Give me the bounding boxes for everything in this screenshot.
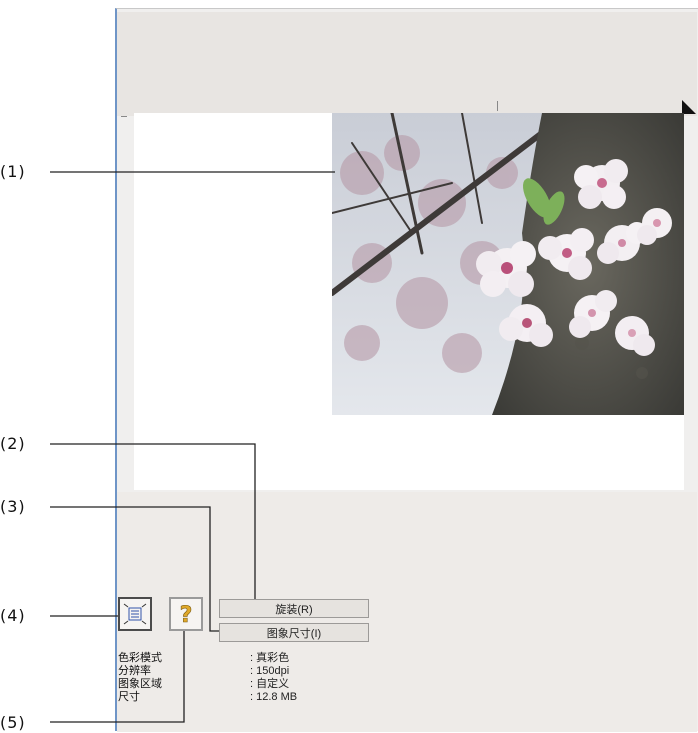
svg-text:?: ? [180,603,193,626]
info-row-resolution: 分辨率 : 150dpi [118,665,297,678]
info-value: : 12.8 MB [250,691,298,703]
rotate-button[interactable]: 旋装(R) [219,599,369,618]
callout-3: (3) [0,497,26,516]
info-label: 色彩模式 [118,652,162,664]
info-label: 分辨率 [118,665,151,677]
ruler-mark [497,101,498,111]
callout-5: (5) [0,713,26,732]
callout-2: (2) [0,434,26,453]
preview-toolbar-area [117,12,697,116]
ruler-mark [121,116,127,117]
info-row-image-area: 图象区域 : 自定义 [118,678,297,691]
callout-4: (4) [0,606,26,625]
corner-marker-icon[interactable] [682,100,696,114]
preview-image[interactable] [332,113,684,415]
info-label: 图象区域 [118,678,162,690]
info-row-color-mode: 色彩模式 : 真彩色 [118,652,297,665]
cherry-blossom-photo [332,113,684,415]
fit-to-window-button[interactable] [118,597,152,631]
image-size-button[interactable]: 图象尺寸(I) [219,623,369,642]
fit-to-window-icon [123,603,147,625]
info-label: 尺寸 [118,691,140,703]
info-value: : 150dpi [250,665,290,677]
help-question-icon: ? [179,603,193,626]
info-row-size: 尺寸 : 12.8 MB [118,691,297,704]
image-info: 色彩模式 : 真彩色 分辨率 : 150dpi 图象区域 : 自定义 尺寸 : … [118,652,297,704]
info-value: : 真彩色 [250,652,290,664]
info-value: : 自定义 [250,678,290,690]
callout-1: (1) [0,162,26,181]
help-button[interactable]: ? [169,597,203,631]
